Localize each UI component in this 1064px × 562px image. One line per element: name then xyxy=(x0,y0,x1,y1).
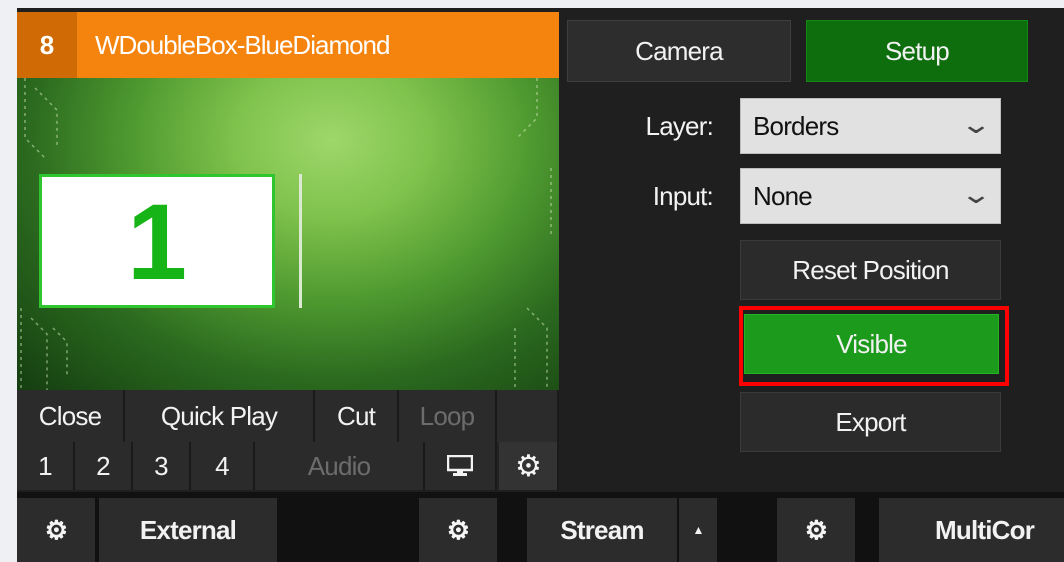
input-label: Input: xyxy=(652,180,714,211)
quick-play-button[interactable]: Quick Play xyxy=(125,390,315,442)
layer-label: Layer: xyxy=(645,110,714,141)
external-button[interactable]: External xyxy=(99,498,277,562)
chevron-down-icon: ⌄ xyxy=(959,179,993,209)
layer-select[interactable]: Borders ⌄ xyxy=(740,98,1001,154)
empty-control xyxy=(497,390,559,442)
stream-dropdown-arrow-icon[interactable]: ▲ xyxy=(679,498,717,562)
vmix-window: 8 WDoubleBox-BlueDiamond 1 Close Quick P… xyxy=(17,8,1064,562)
stream-button[interactable]: Stream xyxy=(527,498,677,562)
external-settings-gear-icon[interactable]: ⚙ xyxy=(17,498,95,562)
input-number: 8 xyxy=(17,12,77,78)
chevron-down-icon: ⌄ xyxy=(959,109,993,139)
stream-settings-gear-icon[interactable]: ⚙ xyxy=(419,498,497,562)
cut-button[interactable]: Cut xyxy=(315,390,399,442)
close-button[interactable]: Close xyxy=(17,390,125,442)
input-select[interactable]: None ⌄ xyxy=(740,168,1001,224)
tab-camera[interactable]: Camera xyxy=(567,20,791,82)
export-button[interactable]: Export xyxy=(740,392,1001,452)
reset-position-button[interactable]: Reset Position xyxy=(740,240,1001,300)
audio-button[interactable]: Audio xyxy=(255,442,425,490)
input-settings-gear-icon[interactable]: ⚙ xyxy=(499,442,559,490)
monitor-icon[interactable] xyxy=(425,442,497,490)
input-preview[interactable]: 1 xyxy=(17,78,559,390)
tab-setup[interactable]: Setup xyxy=(806,20,1028,82)
highlight-box xyxy=(739,306,1009,386)
overlay-3-button[interactable]: 3 xyxy=(133,442,191,490)
multicorder-button[interactable]: MultiCor xyxy=(879,498,1064,562)
input-title: WDoubleBox-BlueDiamond xyxy=(95,29,390,60)
loop-button[interactable]: Loop xyxy=(399,390,497,442)
overlay-1-button[interactable]: 1 xyxy=(17,442,75,490)
layer-select-value: Borders xyxy=(753,110,839,141)
overlay-4-button[interactable]: 4 xyxy=(191,442,255,490)
overlay-2-button[interactable]: 2 xyxy=(75,442,133,490)
monitor-icon-glyph xyxy=(447,455,473,476)
preview-divider xyxy=(299,174,302,308)
input-select-value: None xyxy=(753,180,813,211)
multicorder-settings-gear-icon[interactable]: ⚙ xyxy=(777,498,855,562)
preview-number-box: 1 xyxy=(39,174,275,308)
